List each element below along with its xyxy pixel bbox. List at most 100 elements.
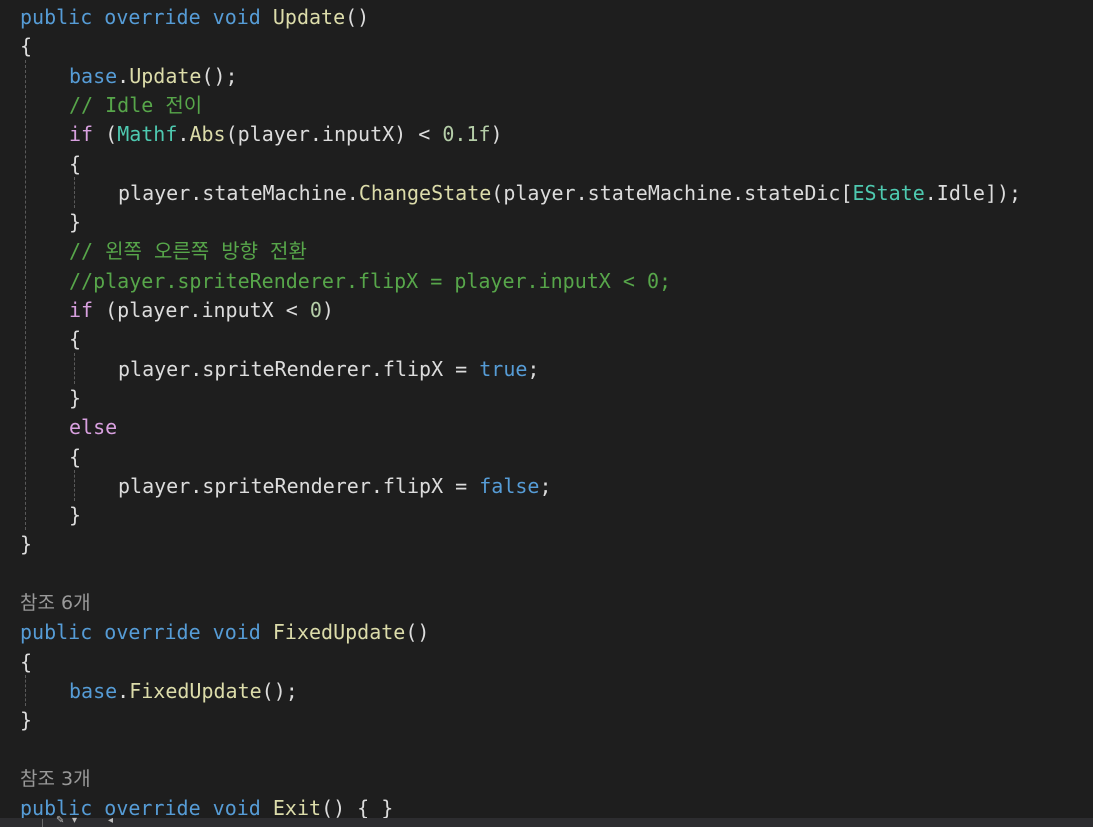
code-line: player.stateMachine.ChangeState(player.s… [118,179,1021,208]
code-line: public override void FixedUpdate() [20,618,429,647]
code-token: () { } [321,796,394,818]
code-token: . [117,678,130,703]
code-line: base.FixedUpdate(); [69,677,298,706]
scroll-left-icon[interactable]: ◂ [108,815,113,826]
code-token: ( [93,122,118,147]
code-token: { [69,151,82,176]
code-token: . [117,63,130,88]
code-token: public [20,5,93,29]
code-line: } [69,501,81,530]
code-token: Update [129,63,202,88]
indent-guide [74,352,75,384]
code-token: if [69,298,94,322]
code-token: true [479,356,528,381]
code-token: override [104,5,201,29]
code-token: Abs [189,122,226,147]
indent-guide [74,176,75,209]
code-token: //player.spriteRenderer.flipX = player.i… [69,268,672,293]
code-token: ChangeState [358,180,492,205]
code-line: { [20,648,32,677]
code-line: player.spriteRenderer.flipX = false; [118,472,552,501]
code-token: ) [321,298,334,322]
code-token: FixedUpdate [272,620,406,645]
code-token: ; [527,356,540,381]
code-token: 참조 3개 [20,767,91,790]
code-line: { [69,150,81,179]
code-token: { [69,327,82,352]
code-token: false [479,473,540,498]
code-token: EState [852,180,925,205]
code-line: // 왼쪽 오른쪽 방향 전환 [69,237,307,266]
code-token: base [69,678,118,703]
code-token: { [69,444,82,469]
code-line: } [69,208,81,237]
code-line: { [69,325,81,354]
indent-guide [25,59,26,531]
code-token: // Idle 전이 [69,92,203,117]
code-token: Update [272,5,346,29]
code-token: if [69,122,94,147]
code-line: } [20,530,32,559]
code-token: 참조 6개 [20,592,91,614]
code-token: 0 [309,298,322,322]
code-token: () [405,620,430,645]
code-line: //player.spriteRenderer.flipX = player.i… [69,267,671,296]
code-line: if (Mathf.Abs(player.inputX) < 0.1f) [69,120,503,149]
code-token: else [69,415,118,440]
code-token: (player.inputX < [93,298,310,322]
code-token: } [69,503,82,528]
wrench-icon[interactable]: ✎ [56,815,64,826]
code-token: (); [201,63,238,88]
indent-guide [25,674,26,707]
code-editor[interactable]: public override void Update(){base.Updat… [0,0,1093,818]
code-token: base [69,63,118,88]
code-token: } [20,532,33,557]
code-token: player.spriteRenderer.flipX = [118,356,480,381]
codelens-references[interactable]: 참조 3개 [20,765,91,794]
code-token: { [20,34,33,59]
code-line: if (player.inputX < 0) [69,296,334,325]
code-token: // 왼쪽 오른쪽 방향 전환 [69,239,307,264]
code-line: base.Update(); [69,62,238,91]
code-token: } [69,385,82,410]
code-line: else [69,413,117,442]
indent-guide [74,469,75,502]
code-token: (); [261,678,298,703]
code-line: public override void Update() [20,3,369,32]
chevron-down-icon[interactable]: ▾ [72,815,77,826]
code-token: } [20,708,33,733]
code-token: 0.1f [442,122,491,147]
code-token: } [69,210,82,235]
code-token: (player.inputX) < [225,122,443,147]
code-token: override [104,796,201,818]
code-token: player.stateMachine. [118,180,359,205]
code-token: void [212,5,261,29]
bar-divider [42,819,43,827]
editor-bottom-bar: ✎ ▾ ◂ [0,815,1093,827]
codelens-references[interactable]: 참조 6개 [20,589,91,618]
code-token: .Idle]); [924,180,1022,205]
code-line: } [69,384,81,413]
code-token: . [177,122,190,147]
code-token: { [20,649,33,674]
code-line: player.spriteRenderer.flipX = true; [118,355,539,384]
code-token: player.spriteRenderer.flipX = [118,473,480,498]
code-line: { [20,32,32,61]
code-token: (player.stateMachine.stateDic[ [491,180,853,205]
code-line: // Idle 전이 [69,91,202,120]
code-token: ; [539,473,552,498]
code-token: Exit [272,796,322,818]
code-token: ) [490,122,503,147]
code-line: } [20,706,32,735]
code-token: override [104,620,201,645]
code-line: { [69,443,81,472]
code-token: Mathf [117,122,178,147]
